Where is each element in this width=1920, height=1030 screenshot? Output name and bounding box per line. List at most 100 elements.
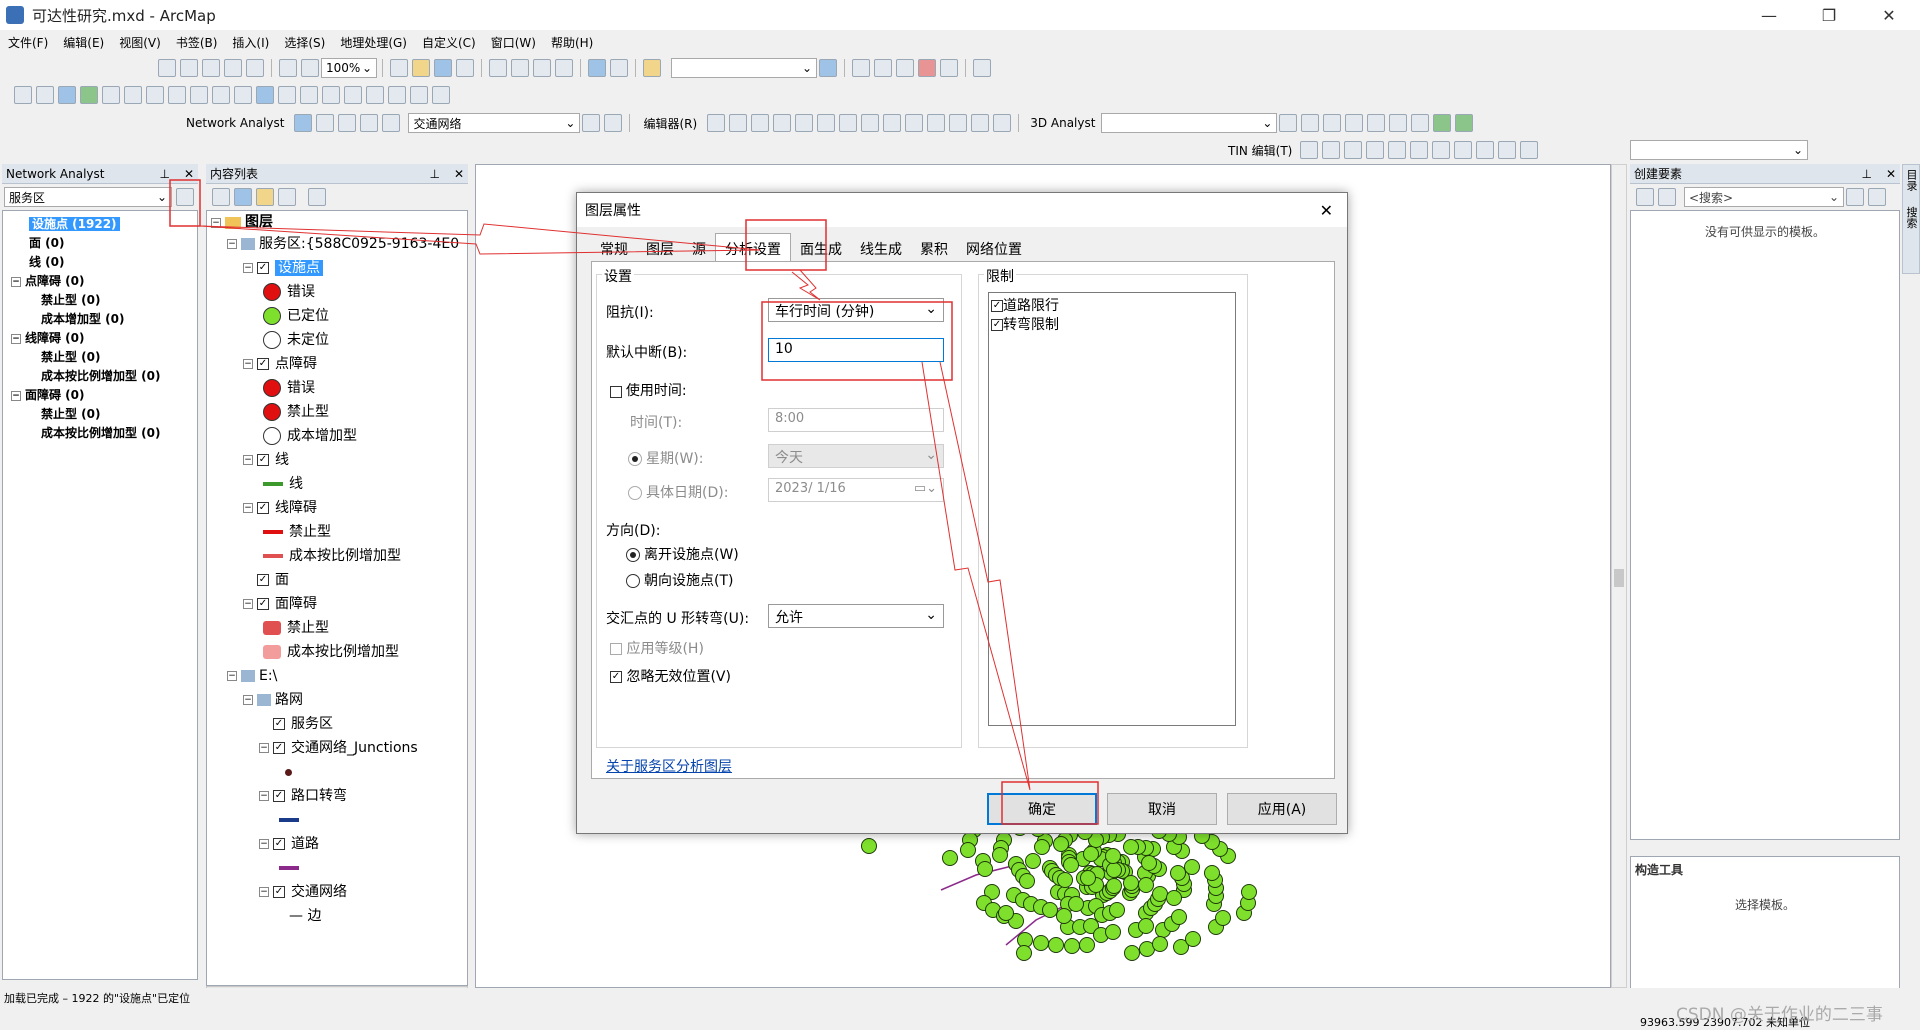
line-of-sight-icon[interactable]	[1323, 114, 1342, 132]
html-popup-icon[interactable]	[300, 86, 318, 104]
layout-tool-icon[interactable]	[246, 59, 264, 77]
tin-tool-icon[interactable]	[1432, 141, 1451, 159]
collapse-icon[interactable]: −	[227, 671, 237, 681]
na-class-item[interactable]: − 面障碍 (0)	[11, 386, 197, 405]
fixed-zoom-out-icon[interactable]	[124, 86, 142, 104]
collapse-icon[interactable]: −	[11, 333, 21, 344]
list-by-source-icon[interactable]	[234, 188, 252, 206]
toc-item[interactable]: 线	[211, 472, 467, 496]
menu-insert[interactable]: 插入(I)	[232, 34, 269, 51]
clear-search-icon[interactable]	[1868, 188, 1886, 206]
collapse-icon[interactable]: −	[259, 743, 269, 753]
hyperlink-icon[interactable]	[278, 86, 296, 104]
toc-item[interactable]: 成本增加型	[211, 424, 467, 448]
add-data-icon[interactable]	[643, 59, 661, 77]
toc-item[interactable]: ✓ 服务区	[211, 712, 467, 736]
build-network-icon[interactable]	[582, 114, 601, 132]
new-document-icon[interactable]	[390, 59, 408, 77]
pan-hand-icon[interactable]	[58, 86, 76, 104]
menu-selection[interactable]: 选择(S)	[284, 34, 325, 51]
search-side-tab[interactable]: 搜索	[1905, 207, 1918, 229]
edit-vertices-icon[interactable]	[839, 114, 858, 132]
menu-help[interactable]: 帮助(H)	[551, 34, 593, 51]
toc-item[interactable]: ✓ 面	[211, 568, 467, 592]
sketch-properties-icon[interactable]	[971, 114, 990, 132]
toc-item[interactable]: — 边	[211, 904, 467, 928]
restriction-item[interactable]: ✓ 道路限行	[991, 295, 1233, 314]
zoom-out-icon[interactable]	[36, 86, 54, 104]
tin-tool-icon[interactable]	[1344, 141, 1363, 159]
ignore-invalid-checkbox[interactable]: ✓	[610, 671, 622, 683]
tin-tool-icon[interactable]	[1300, 141, 1319, 159]
list-by-drawing-order-icon[interactable]	[212, 188, 230, 206]
weekday-radio[interactable]	[628, 452, 642, 466]
find-binoculars-icon[interactable]	[344, 86, 362, 104]
layout-tool-icon[interactable]	[202, 59, 220, 77]
maximize-button[interactable]: ❐	[1806, 0, 1852, 30]
network-dataset-select[interactable]: 交通网络 ⌄	[408, 113, 581, 133]
toc-options-icon[interactable]	[308, 188, 326, 206]
layer-visibility-checkbox[interactable]: ✓	[257, 358, 269, 370]
layer-visibility-checkbox[interactable]: ✓	[273, 838, 285, 850]
close-window-button[interactable]: ✕	[1866, 0, 1912, 30]
use-time-checkbox[interactable]	[610, 385, 622, 398]
na-window-icon[interactable]	[294, 114, 313, 132]
na-class-item[interactable]: 禁止型 (0)	[11, 405, 197, 424]
model-builder-icon[interactable]	[973, 59, 991, 77]
reshape-icon[interactable]	[861, 114, 880, 132]
dialog-close-icon[interactable]: ✕	[1320, 201, 1333, 220]
arcglobe-icon[interactable]	[1455, 114, 1474, 132]
pin-icon[interactable]: ⊥	[429, 167, 439, 181]
toc-item[interactable]: 禁止型	[211, 400, 467, 424]
catalog-icon[interactable]	[874, 59, 892, 77]
select-move-location-icon[interactable]	[338, 114, 357, 132]
na-class-item[interactable]: 成本按比例增加型 (0)	[11, 424, 197, 443]
menu-geoprocessing[interactable]: 地理处理(G)	[340, 34, 407, 51]
editor-toolbar-icon[interactable]	[819, 59, 837, 77]
menu-file[interactable]: 文件(F)	[8, 34, 48, 51]
close-icon[interactable]: ✕	[454, 167, 464, 181]
na-class-item[interactable]: − 点障碍 (0)	[11, 272, 197, 291]
toc-item[interactable]: 已定位	[211, 304, 467, 328]
organize-templates-icon[interactable]	[1636, 188, 1654, 206]
search-icon[interactable]	[1846, 188, 1864, 206]
na-class-item[interactable]: 线 (0)	[11, 253, 197, 272]
list-by-visibility-icon[interactable]	[256, 188, 274, 206]
tab-line-generation[interactable]: 线生成	[851, 237, 911, 261]
collapse-icon[interactable]: −	[259, 839, 269, 849]
go-to-xy-icon[interactable]	[388, 86, 406, 104]
back-arrow-icon[interactable]	[146, 86, 164, 104]
layer-properties-icon[interactable]	[176, 188, 194, 206]
toc-item[interactable]: 错误	[211, 280, 467, 304]
collapse-icon[interactable]: −	[227, 239, 237, 249]
toc-item[interactable]: − ✓ 路口转弯	[211, 784, 467, 808]
redo-icon[interactable]	[610, 59, 628, 77]
na-class-item[interactable]: − 线障碍 (0)	[11, 329, 197, 348]
toc-item[interactable]: − E:\	[211, 664, 467, 688]
edit-tool-icon[interactable]	[707, 114, 726, 132]
menu-edit[interactable]: 编辑(E)	[63, 34, 104, 51]
toc-item[interactable]: 错误	[211, 376, 467, 400]
panel-splitter[interactable]	[1630, 840, 1900, 856]
menu-bookmarks[interactable]: 书签(B)	[176, 34, 218, 51]
3d-analyst-menu[interactable]: 3D Analyst	[1030, 116, 1095, 130]
toc-item[interactable]: − ✓ 设施点	[211, 256, 467, 280]
tin-tool-icon[interactable]	[1476, 141, 1495, 159]
specific-date-picker[interactable]: 2023/ 1/16 ▭⌄	[768, 478, 944, 502]
arcscene-globe-icon[interactable]	[1433, 114, 1452, 132]
template-search-input[interactable]: <搜索> ⌄	[1684, 187, 1844, 207]
layer-visibility-checkbox[interactable]: ✓	[273, 886, 285, 898]
tab-layer[interactable]: 图层	[637, 237, 683, 261]
interpolate-polygon-icon[interactable]	[1389, 114, 1408, 132]
forward-arrow-icon[interactable]	[168, 86, 186, 104]
na-layer-select[interactable]: 服务区 ⌄	[4, 187, 172, 207]
tin-tool-icon[interactable]	[1454, 141, 1473, 159]
menu-view[interactable]: 视图(V)	[119, 34, 161, 51]
hierarchy-checkbox[interactable]	[610, 643, 622, 655]
time-slider-icon[interactable]	[410, 86, 428, 104]
network-analyst-menu[interactable]: Network Analyst	[186, 116, 284, 130]
undo-icon[interactable]	[588, 59, 606, 77]
layout-tool-icon[interactable]	[301, 59, 319, 77]
end-point-arc-icon[interactable]	[773, 114, 792, 132]
table-of-contents-icon[interactable]	[852, 59, 870, 77]
